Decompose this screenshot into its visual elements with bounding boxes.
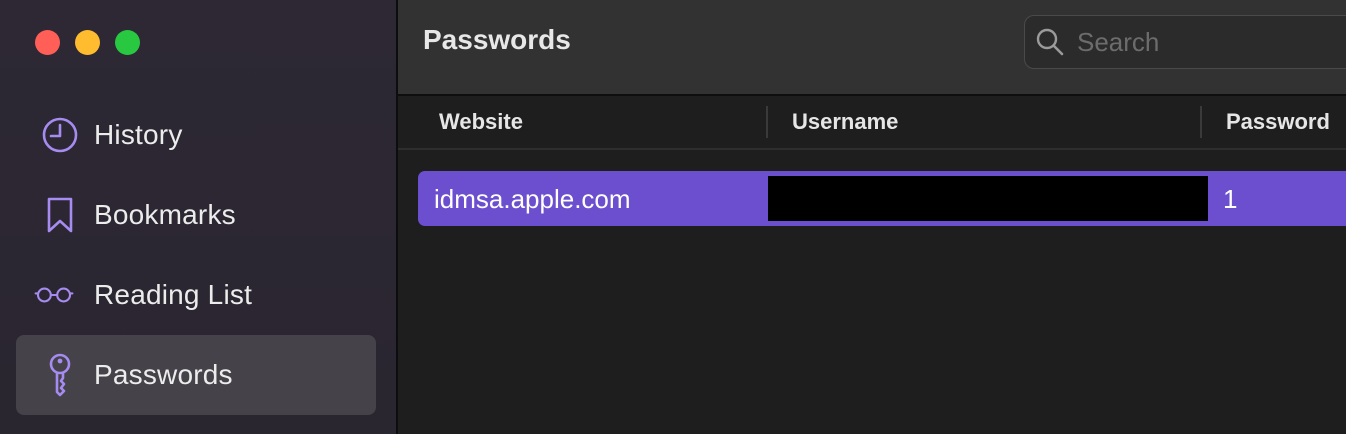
- sidebar-item-passwords[interactable]: Passwords: [16, 335, 376, 415]
- sidebar-item-label: Reading List: [94, 279, 253, 310]
- website-cell: idmsa.apple.com: [434, 184, 631, 214]
- table-row[interactable]: idmsa.apple.com 1: [418, 171, 1346, 226]
- toolbar: Passwords: [398, 0, 1346, 96]
- main-panel: Passwords Website Username Password idms…: [398, 0, 1346, 434]
- zoom-window-button[interactable]: [115, 30, 140, 55]
- sidebar-item-history[interactable]: History: [16, 95, 376, 175]
- page-title: Passwords: [423, 24, 571, 55]
- glasses-icon: [34, 275, 74, 315]
- search-input[interactable]: [1077, 26, 1337, 58]
- key-icon: [40, 353, 80, 397]
- search-field[interactable]: [1024, 15, 1346, 69]
- sidebar-item-reading-list[interactable]: Reading List: [16, 255, 376, 335]
- column-divider[interactable]: [766, 106, 768, 138]
- close-window-button[interactable]: [35, 30, 60, 55]
- minimize-window-button[interactable]: [75, 30, 100, 55]
- password-cell: 1: [1223, 184, 1238, 214]
- sidebar: History Bookmarks Reading List Passwords: [0, 0, 398, 434]
- table-header: Website Username Password: [398, 96, 1346, 150]
- column-header-password[interactable]: Password: [1226, 109, 1330, 135]
- window-controls: [35, 30, 140, 55]
- column-header-username[interactable]: Username: [792, 109, 898, 135]
- sidebar-item-label: History: [94, 119, 183, 150]
- sidebar-item-label: Passwords: [94, 359, 233, 390]
- sidebar-item-bookmarks[interactable]: Bookmarks: [16, 175, 376, 255]
- column-header-website[interactable]: Website: [439, 109, 523, 135]
- column-divider[interactable]: [1200, 106, 1202, 138]
- username-cell-redacted: [768, 176, 1208, 221]
- sidebar-item-label: Bookmarks: [94, 199, 236, 230]
- search-icon: [1035, 27, 1065, 62]
- bookmark-icon: [40, 195, 80, 235]
- clock-icon: [40, 115, 80, 155]
